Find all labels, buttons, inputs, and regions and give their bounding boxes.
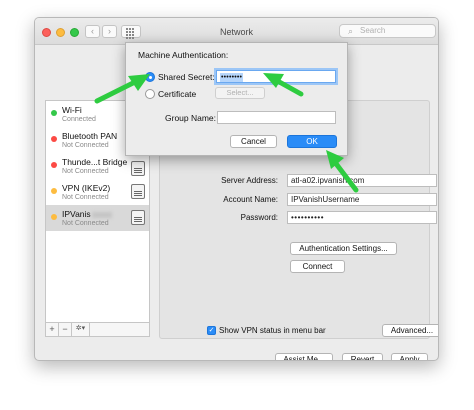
revert-button[interactable]: Revert	[342, 353, 383, 360]
redacted-text	[91, 211, 112, 218]
group-name-field[interactable]	[217, 111, 336, 124]
sheet-title: Machine Authentication:	[138, 50, 229, 60]
password-label: Password:	[240, 213, 278, 222]
connect-button[interactable]: Connect	[290, 260, 345, 273]
server-address-field[interactable]: atl-a02.ipvanish.com	[287, 174, 437, 187]
search-icon: ⌕	[348, 26, 354, 36]
service-list-toolbar: + − ✲▾	[45, 323, 150, 337]
search-placeholder: Search	[360, 26, 386, 35]
certificate-label: Certificate	[158, 89, 197, 99]
apply-button[interactable]: Apply	[391, 353, 428, 360]
service-ipvanish[interactable]: IPVanis Not Connected	[46, 205, 149, 231]
add-service-button[interactable]: +	[46, 323, 59, 336]
cancel-button[interactable]: Cancel	[230, 135, 277, 148]
service-thunderbolt-bridge[interactable]: Thunde...t Bridge Not Connected	[46, 153, 149, 179]
title-bar: ‹ › Network ⌕ Search	[35, 18, 438, 45]
select-certificate-button[interactable]: Select...	[215, 87, 265, 99]
assist-me-button[interactable]: Assist Me...	[275, 353, 333, 360]
vpn-lock-icon	[131, 184, 145, 199]
shared-secret-radio[interactable]	[145, 72, 155, 82]
machine-authentication-sheet: Machine Authentication: Shared Secret: •…	[125, 42, 348, 156]
account-name-label: Account Name:	[223, 195, 278, 204]
password-field[interactable]: ••••••••••	[287, 211, 437, 224]
search-input[interactable]: ⌕ Search	[339, 24, 436, 38]
server-address-label: Server Address:	[221, 176, 278, 185]
advanced-button[interactable]: Advanced...	[382, 324, 438, 337]
status-dot-icon	[51, 188, 57, 194]
shared-secret-field[interactable]: ••••••••	[216, 70, 336, 83]
account-name-field[interactable]: IPVanishUsername	[287, 193, 437, 206]
remove-service-button[interactable]: −	[59, 323, 72, 336]
status-dot-icon	[51, 162, 57, 168]
group-name-label: Group Name:	[165, 113, 217, 123]
ok-button[interactable]: OK	[287, 135, 337, 148]
status-dot-icon	[51, 136, 57, 142]
show-vpn-status-checkbox[interactable]: ✓	[207, 326, 216, 335]
shared-secret-label: Shared Secret:	[158, 72, 215, 82]
authentication-settings-button[interactable]: Authentication Settings...	[290, 242, 397, 255]
service-vpn-ikev2[interactable]: VPN (IKEv2) Not Connected	[46, 179, 149, 205]
vpn-lock-icon	[131, 161, 145, 176]
vpn-lock-icon	[131, 210, 145, 225]
status-dot-icon	[51, 214, 57, 220]
certificate-radio[interactable]	[145, 89, 155, 99]
show-vpn-status-label: Show VPN status in menu bar	[219, 326, 326, 335]
shared-secret-value: ••••••••	[220, 73, 244, 82]
status-dot-icon	[51, 110, 57, 116]
gear-icon[interactable]: ✲▾	[72, 323, 90, 336]
